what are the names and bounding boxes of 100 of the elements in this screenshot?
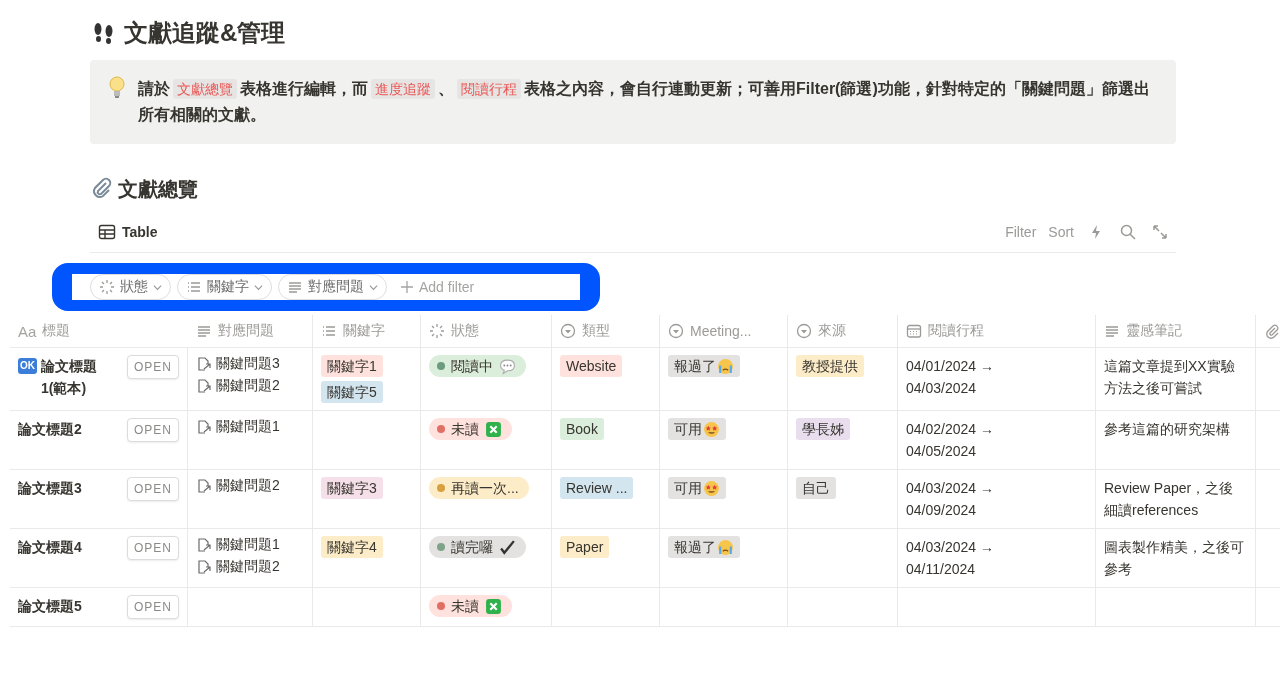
note-text: 這篇文章提到XX實驗方法之後可嘗試 <box>1104 357 1236 398</box>
type-tag: Book <box>560 418 604 440</box>
cross-mark-icon <box>485 420 502 438</box>
callout-text: 請於 文獻總覽 表格進行編輯，而 進度追蹤 、 閱讀行程 表格之內容，會自行連動更新；可善用Filter(篩選)功能，針對特定的「關鍵問題」篩選出所有相關的文獻。 <box>138 78 1151 125</box>
source-tag: 教授提供 <box>796 355 864 377</box>
page-arrow-icon <box>196 559 212 575</box>
toolbar-action[interactable]: Filter <box>999 224 1043 240</box>
crying-face-icon <box>717 538 734 556</box>
page-arrow-icon <box>196 478 212 494</box>
plus-icon <box>401 281 413 293</box>
add-filter-button[interactable]: Add filter <box>393 279 483 295</box>
status-label: 再讀一次... <box>451 479 519 498</box>
table-icon <box>98 223 116 241</box>
note-text: 圖表製作精美，之後可參考 <box>1104 538 1245 579</box>
column-header[interactable]: 閱讀行程 <box>898 315 1096 348</box>
speech-bubble-icon <box>499 357 516 375</box>
open-button[interactable]: OPEN <box>127 355 179 379</box>
column-header[interactable]: 狀態 <box>421 315 552 348</box>
status-label: 未讀 <box>451 597 479 616</box>
crying-face-icon <box>717 357 734 375</box>
status-label: 閱讀中 <box>451 357 493 376</box>
relation-link[interactable]: 關鍵問題2 <box>196 558 280 576</box>
caret-icon <box>254 282 263 292</box>
row-title[interactable]: 論文標題1(範本) <box>41 355 114 399</box>
light-bulb-icon <box>108 76 126 100</box>
keyword-tag: 關鍵字4 <box>321 536 383 558</box>
text-type-icon: Aa <box>18 322 37 340</box>
filter-chip[interactable]: 狀態 <box>90 274 171 300</box>
column-header[interactable]: Aa 標題 <box>10 315 188 348</box>
open-button[interactable]: OPEN <box>127 477 179 501</box>
meeting-label: 可用 <box>674 479 702 498</box>
note-text: 參考這篇的研究架構 <box>1104 420 1230 439</box>
column-header[interactable]: 關鍵字 <box>313 315 421 348</box>
row-title[interactable]: 論文標題2 <box>18 418 82 440</box>
star-eyes-face-icon <box>703 479 720 497</box>
list-icon <box>186 279 202 295</box>
relation-link[interactable]: 關鍵問題2 <box>196 477 280 495</box>
row-title[interactable]: 論文標題3 <box>18 477 82 499</box>
meeting-label: 報過了 <box>674 357 716 376</box>
lines-icon <box>287 279 303 295</box>
page-link[interactable]: 進度追蹤 <box>371 79 435 99</box>
page-link[interactable]: 閱讀行程 <box>457 79 521 99</box>
row-title[interactable]: 論文標題5 <box>18 595 82 617</box>
keyword-tag: 關鍵字3 <box>321 477 383 499</box>
filter-chip[interactable]: 關鍵字 <box>177 274 272 300</box>
ok-badge-icon: OK <box>18 358 37 374</box>
date-range: 04/02/2024 → 04/05/2024 <box>906 420 995 461</box>
dropdown-icon <box>668 323 684 339</box>
relation-link[interactable]: 關鍵問題3 <box>196 355 280 373</box>
date-range: 04/01/2024 → 04/03/2024 <box>906 357 995 398</box>
open-button[interactable]: OPEN <box>127 536 179 560</box>
type-tag: Review ... <box>560 477 634 499</box>
list-icon <box>321 323 337 339</box>
relation-link[interactable]: 關鍵問題1 <box>196 536 280 554</box>
page-arrow-icon <box>196 378 212 394</box>
source-tag: 自己 <box>796 477 836 499</box>
date-range: 04/03/2024 → 04/11/2024 <box>906 538 995 579</box>
column-header[interactable]: Meeting... <box>660 315 788 348</box>
column-header[interactable]: 來源 <box>788 315 898 348</box>
page-title: 文獻追蹤&管理 <box>124 18 286 48</box>
caret-icon <box>153 282 162 292</box>
star-eyes-face-icon <box>703 420 720 438</box>
dropdown-icon <box>560 323 576 339</box>
source-tag: 學長姊 <box>796 418 850 440</box>
open-button[interactable]: OPEN <box>127 595 179 619</box>
status-label: 未讀 <box>451 420 479 439</box>
column-header[interactable]: 對應問題 <box>188 315 313 348</box>
status-label: 讀完囉 <box>451 538 493 557</box>
loading-icon <box>99 279 115 295</box>
date-range: 04/03/2024 → 04/09/2024 <box>906 479 995 520</box>
table-view-tab[interactable]: Table <box>90 223 166 241</box>
row-title[interactable]: 論文標題4 <box>18 536 82 558</box>
keyword-tag: 關鍵字1 <box>321 355 383 377</box>
page-arrow-icon <box>196 356 212 372</box>
search-icon[interactable] <box>1120 224 1136 240</box>
type-tag: Paper <box>560 536 610 558</box>
type-tag: Website <box>560 355 623 377</box>
page-link[interactable]: 文獻總覽 <box>173 79 237 99</box>
relation-link[interactable]: 關鍵問題1 <box>196 418 280 436</box>
meeting-label: 報過了 <box>674 538 716 557</box>
caret-icon <box>369 282 378 292</box>
filter-chip[interactable]: 對應問題 <box>278 274 387 300</box>
page-arrow-icon <box>196 537 212 553</box>
lines-icon <box>196 323 212 339</box>
relation-link[interactable]: 關鍵問題2 <box>196 377 280 395</box>
toolbar-action[interactable]: Sort <box>1042 224 1080 240</box>
check-mark-icon <box>499 538 516 556</box>
section-title: 文獻總覽 <box>118 176 198 202</box>
keyword-tag: 關鍵字5 <box>321 381 383 403</box>
open-button[interactable]: OPEN <box>127 418 179 442</box>
expand-icon[interactable] <box>1152 224 1168 240</box>
column-header[interactable]: 類型 <box>552 315 660 348</box>
loading-icon <box>429 323 445 339</box>
column-header[interactable]: 靈感筆記 <box>1096 315 1256 348</box>
cross-mark-icon <box>485 597 502 615</box>
lines-icon <box>1104 323 1120 339</box>
note-text: Review Paper，之後細讀references <box>1104 479 1235 520</box>
page-arrow-icon <box>196 419 212 435</box>
paperclip-icon <box>90 177 114 201</box>
paperclip-icon <box>1264 323 1280 339</box>
